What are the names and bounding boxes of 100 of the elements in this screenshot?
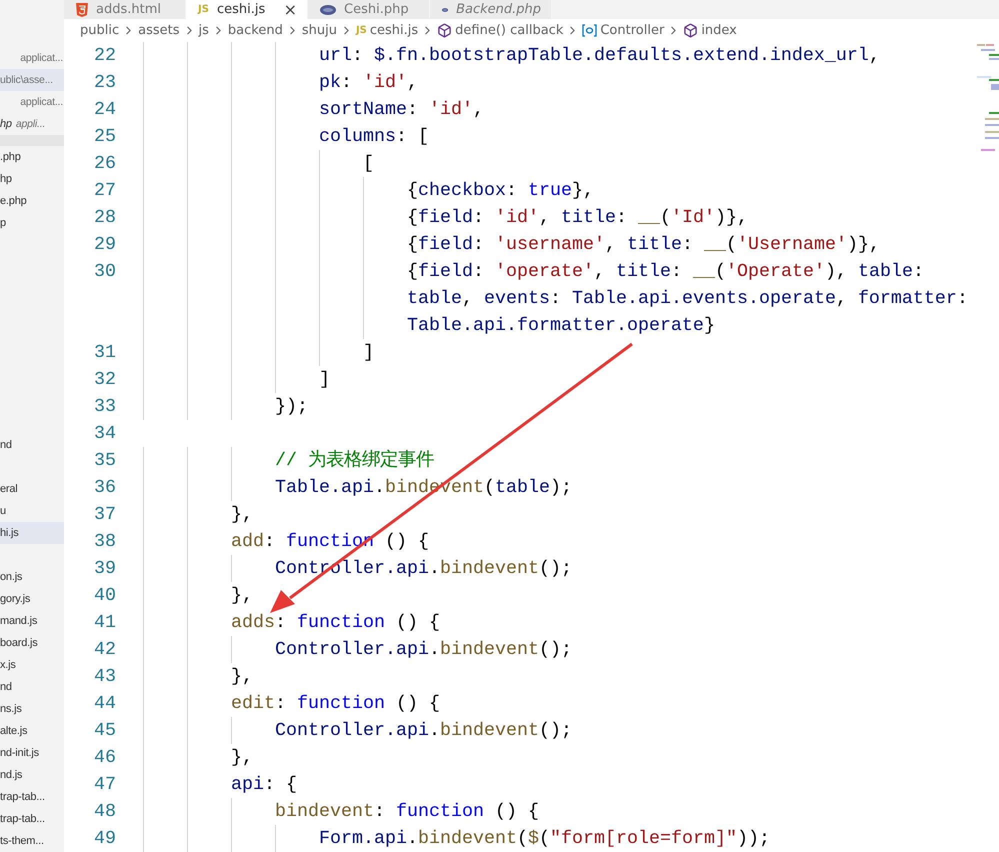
breadcrumb-item[interactable]: js [198, 23, 209, 38]
keyword: true [528, 179, 572, 203]
punctuation: : [506, 179, 518, 203]
punctuation: )}, [714, 206, 748, 230]
file-tree-item[interactable]: mand.js [0, 610, 64, 632]
punctuation: : [912, 260, 924, 284]
punctuation: : [274, 611, 287, 635]
file-tree-item[interactable]: gory.js [0, 588, 64, 610]
function-name: $ [528, 827, 539, 851]
file-tree-item[interactable]: nd.js [0, 764, 64, 786]
string-literal: 'Id' [670, 206, 715, 230]
file-tree-item[interactable]: x.js [0, 654, 64, 676]
js-file-icon: JS [356, 25, 367, 36]
breadcrumb-item[interactable]: assets [138, 23, 180, 38]
punctuation: (); [538, 638, 572, 662]
line-number: 42 [93, 638, 116, 662]
property-name: table [858, 260, 913, 284]
file-path: appli... [16, 118, 46, 130]
file-tree-item[interactable]: trap-tab... [0, 786, 64, 808]
punctuation: { [406, 233, 418, 257]
editor-tab[interactable]: Backend.php [430, 0, 552, 19]
js-file-icon: JS [198, 4, 209, 15]
line-number: 28 [93, 206, 116, 230]
string-literal: 'id' [362, 71, 407, 95]
breadcrumb-item[interactable]: backend [228, 23, 283, 38]
property-name: pk [318, 71, 341, 95]
property-name: sortName [318, 98, 407, 122]
function-name: __ [692, 260, 715, 284]
punctuation: : { [264, 773, 297, 797]
identifier: Controller.api [274, 638, 429, 662]
punctuation: . [428, 557, 440, 581]
file-tree-item[interactable]: u [0, 500, 64, 522]
file-tree-item[interactable]: nd [0, 434, 64, 456]
file-tree-item[interactable]: ts-them... [0, 830, 64, 852]
file-tree-item[interactable]: on.js [0, 566, 64, 588]
line-number: 23 [93, 71, 116, 95]
property-name: title [626, 233, 682, 257]
open-editor-item[interactable]: ublic\asse... [0, 69, 64, 91]
line-number: 45 [93, 719, 116, 743]
punctuation: , [538, 206, 551, 230]
file-tree-item[interactable]: hi.js [0, 522, 64, 544]
keyword: function [296, 692, 385, 716]
breadcrumb-item[interactable]: shuju [302, 23, 337, 38]
section-header[interactable] [0, 135, 64, 146]
property-name: events [484, 287, 550, 311]
function-name: bindevent [440, 719, 539, 743]
function-name: bindevent [440, 638, 539, 662]
identifier: Table.api.events.operate [572, 287, 836, 311]
open-editor-item[interactable]: applicat... [0, 91, 64, 113]
file-tree-item[interactable]: alte.js [0, 720, 64, 742]
breadcrumb-item[interactable]: define() callback [455, 23, 564, 38]
breadcrumb-item[interactable]: index [701, 23, 737, 38]
file-tree-item[interactable]: trap-tab... [0, 808, 64, 830]
line-number: 25 [93, 125, 116, 149]
punctuation: : [682, 233, 694, 257]
file-tree-item[interactable]: ns.js [0, 698, 64, 720]
punctuation: ] [362, 341, 374, 365]
close-button[interactable]: × [284, 2, 297, 18]
punctuation: () { [394, 692, 440, 716]
punctuation: , [406, 71, 418, 95]
line-number: 48 [93, 800, 116, 824]
identifier: $.fn.bootstrapTable.defaults.extend.index_url [374, 44, 869, 68]
punctuation: . [406, 827, 418, 851]
string-literal: 'id' [428, 98, 473, 122]
punctuation: : [616, 206, 628, 230]
file-tree-item[interactable]: nd [0, 676, 64, 698]
function-name: __ [704, 233, 726, 257]
line-number: 34 [93, 422, 116, 446]
open-editor-item[interactable]: hp appli... [0, 113, 64, 135]
open-editor-item[interactable]: applicat... [0, 47, 64, 69]
breadcrumb-item[interactable]: public [80, 23, 120, 38]
property-name: api [230, 773, 264, 797]
breadcrumb-item[interactable]: ceshi.js [370, 23, 418, 38]
punctuation: , [472, 98, 484, 122]
function-name: bindevent [418, 827, 517, 851]
punctuation: : [340, 71, 353, 95]
editor-tab[interactable]: adds.html [64, 0, 186, 19]
file-tree-item[interactable]: .php [0, 146, 64, 168]
keyword: function [296, 611, 385, 635]
line-number: 24 [93, 98, 116, 122]
punctuation: ); [550, 476, 572, 500]
punctuation: () { [394, 611, 440, 635]
file-tree-item[interactable]: p [0, 212, 64, 234]
editor-tab[interactable]: Ceshi.php [308, 0, 430, 19]
file-tree-item[interactable]: board.js [0, 632, 64, 654]
function-name: bindevent [440, 557, 539, 581]
cube-icon [683, 23, 698, 38]
line-number: 33 [93, 395, 116, 419]
line-number: 46 [93, 746, 116, 770]
editor-tab[interactable]: JS ceshi.js × [186, 0, 308, 19]
php-file-icon [320, 4, 336, 14]
breadcrumb-item[interactable]: Controller [600, 23, 664, 38]
file-tree-item[interactable]: nd-init.js [0, 742, 64, 764]
file-tree-item[interactable]: eral [0, 478, 64, 500]
file-tree-item[interactable]: e.php [0, 190, 64, 212]
file-tree-item[interactable]: hp [0, 168, 64, 190]
punctuation: }); [274, 395, 308, 419]
line-number: 31 [93, 341, 116, 365]
line-number: 41 [93, 611, 116, 635]
line-number: 47 [93, 773, 116, 797]
